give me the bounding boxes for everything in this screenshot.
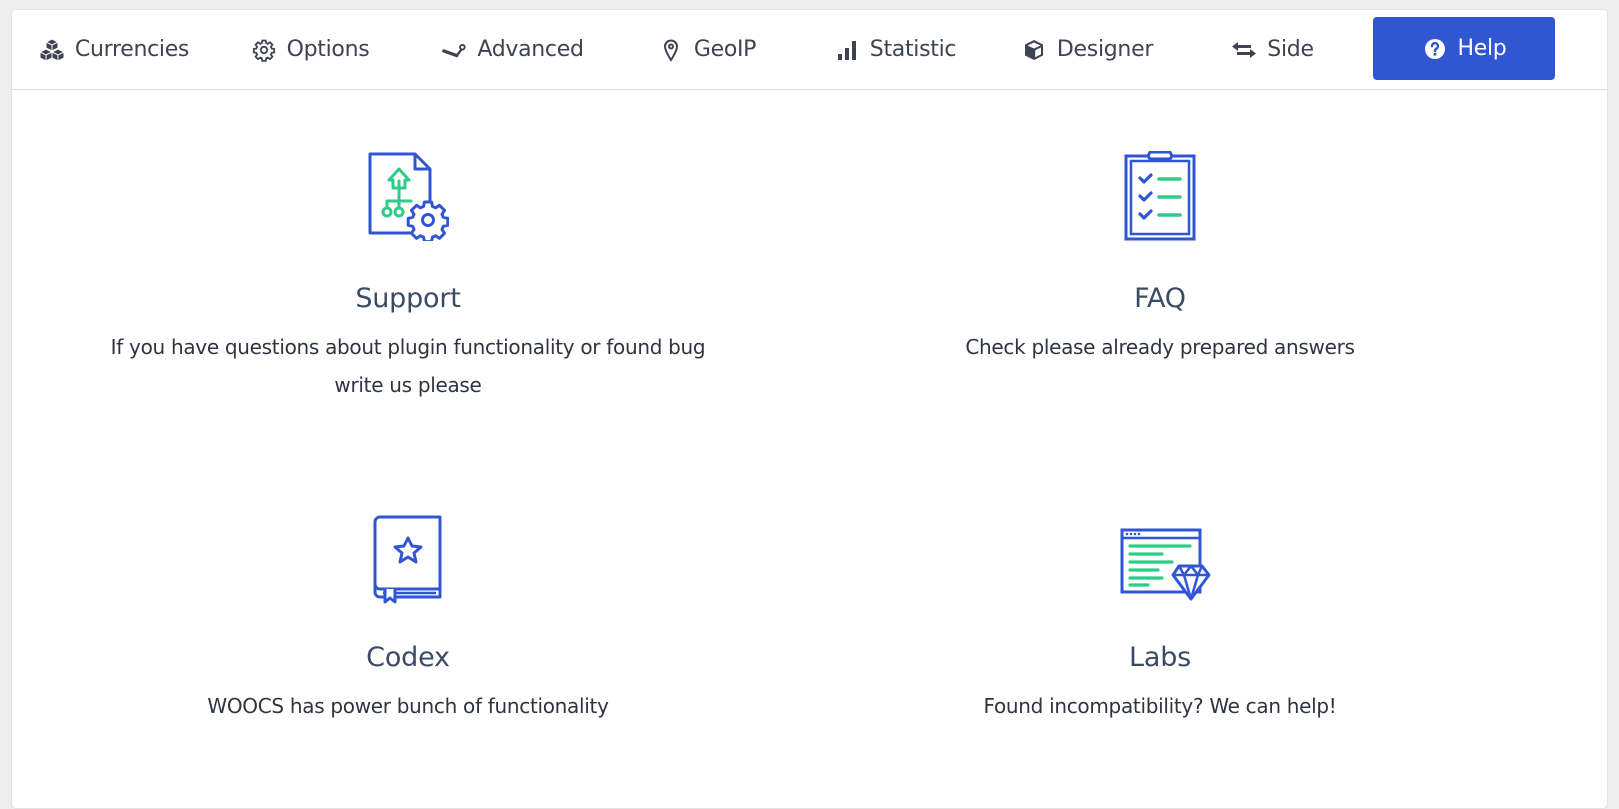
tab-label: Help bbox=[1457, 36, 1507, 61]
question-circle-icon bbox=[1422, 36, 1448, 62]
tab-label: Designer bbox=[1056, 37, 1154, 62]
tab-statistic[interactable]: Statistic bbox=[820, 10, 970, 89]
clipboard-checklist-icon[interactable] bbox=[1124, 150, 1196, 245]
tab-label: Statistic bbox=[869, 37, 957, 62]
feature-description: WOOCS has power bunch of functionality bbox=[207, 694, 609, 718]
signal-bars-icon bbox=[834, 37, 860, 63]
tab-label: Side bbox=[1267, 37, 1314, 62]
tab-label: Options bbox=[286, 37, 370, 62]
feature-title: Labs bbox=[1129, 642, 1191, 673]
feature-description: Found incompatibility? We can help! bbox=[983, 694, 1337, 718]
feature-codex: Codex WOOCS has power bunch of functiona… bbox=[28, 515, 788, 725]
feature-description: If you have questions about plugin funct… bbox=[110, 335, 706, 397]
feature-faq: FAQ Check please already prepared answer… bbox=[780, 145, 1540, 366]
cubes-icon bbox=[39, 37, 65, 63]
tab-label: GeoIP bbox=[693, 37, 757, 62]
cube-icon bbox=[1021, 37, 1047, 63]
gear-icon bbox=[251, 37, 277, 63]
tab-currencies[interactable]: Currencies bbox=[34, 10, 194, 89]
settings-tabs: Currencies Options Advanced GeoIP Statis… bbox=[12, 10, 1607, 90]
feature-title: FAQ bbox=[1134, 283, 1186, 314]
support-document-gear-icon[interactable] bbox=[367, 151, 450, 245]
feature-title: Support bbox=[355, 283, 461, 314]
tab-label: Currencies bbox=[74, 37, 190, 62]
feature-description: Check please already prepared answers bbox=[965, 335, 1355, 359]
tab-options[interactable]: Options bbox=[240, 10, 380, 89]
book-star-icon[interactable] bbox=[373, 514, 443, 608]
map-pin-icon bbox=[658, 37, 684, 63]
tab-advanced[interactable]: Advanced bbox=[430, 10, 595, 89]
feature-labs: Labs Found incompatibility? We can help! bbox=[780, 518, 1540, 725]
tab-label: Advanced bbox=[477, 37, 584, 62]
feature-title: Codex bbox=[366, 642, 450, 673]
browser-diamond-icon[interactable] bbox=[1120, 528, 1212, 608]
tab-geoip[interactable]: GeoIP bbox=[642, 10, 772, 89]
tab-side[interactable]: Side bbox=[1210, 10, 1335, 89]
tab-designer[interactable]: Designer bbox=[1012, 10, 1162, 89]
exchange-arrows-icon bbox=[1231, 37, 1257, 63]
steam-icon bbox=[441, 37, 467, 63]
help-panel: Currencies Options Advanced GeoIP Statis… bbox=[11, 9, 1608, 809]
feature-support: Support If you have questions about plug… bbox=[28, 145, 788, 404]
tab-help[interactable]: Help bbox=[1373, 17, 1555, 80]
